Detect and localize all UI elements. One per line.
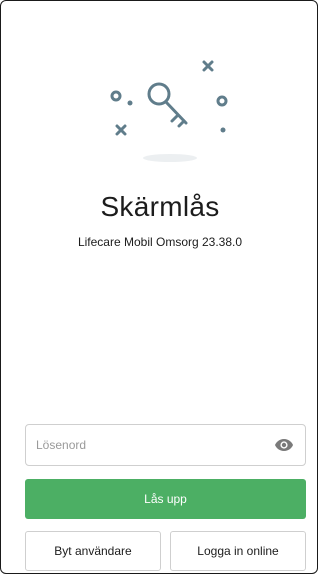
unlock-button[interactable]: Lås upp: [25, 479, 306, 519]
circle-icon: [216, 95, 228, 107]
switch-user-button[interactable]: Byt användare: [25, 531, 161, 571]
key-illustration: [110, 60, 228, 162]
cross-icon: [202, 60, 214, 72]
key-icon: [147, 82, 188, 128]
cross-icon: [115, 124, 127, 136]
page-title: Skärmlås: [100, 191, 220, 222]
dot-icon: [127, 100, 133, 106]
key-shadow: [143, 154, 197, 162]
dot-icon: [220, 127, 226, 133]
eye-icon[interactable]: [273, 434, 295, 456]
app-version: Lifecare Mobil Omsorg 23.38.0: [77, 235, 243, 249]
login-online-button[interactable]: Logga in online: [170, 531, 306, 571]
password-input[interactable]: [34, 437, 273, 453]
lock-screen: Skärmlås Lifecare Mobil Omsorg 23.38.0 L…: [0, 0, 318, 574]
circle-icon: [110, 90, 122, 102]
password-field[interactable]: [25, 424, 306, 466]
